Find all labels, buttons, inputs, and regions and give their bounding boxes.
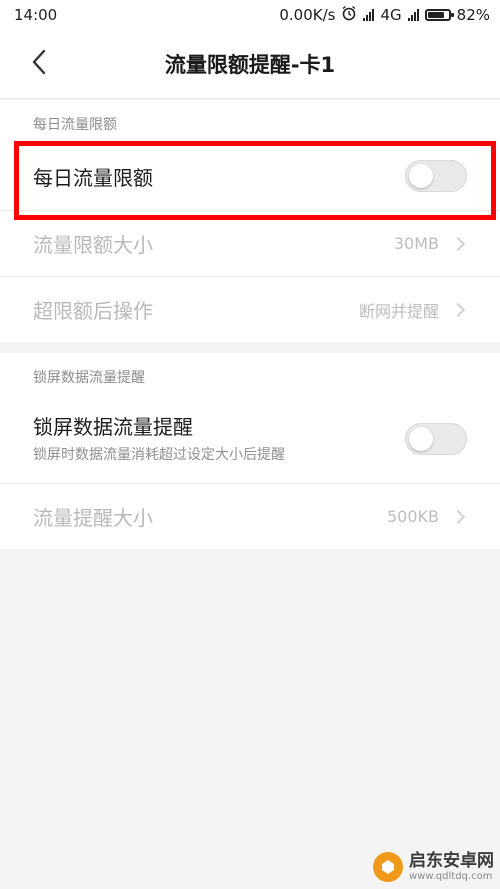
chevron-left-icon bbox=[31, 49, 47, 79]
signal-icon-2 bbox=[407, 9, 419, 21]
limit-size-value: 30MB bbox=[393, 234, 439, 253]
alert-size-label: 流量提醒大小 bbox=[33, 506, 153, 530]
watermark-logo-icon bbox=[373, 852, 403, 882]
battery-fill bbox=[427, 12, 445, 18]
limit-size-label: 流量限额大小 bbox=[33, 233, 153, 257]
net-speed: 0.00K/s bbox=[279, 6, 336, 24]
status-bar: 14:00 0.00K/s 4G 82% bbox=[0, 0, 500, 30]
lockscreen-alert-toggle-row[interactable]: 锁屏数据流量提醒 锁屏时数据流量消耗超过设定大小后提醒 bbox=[0, 395, 500, 483]
network-type: 4G bbox=[380, 6, 402, 24]
chevron-right-icon bbox=[450, 302, 466, 317]
lockscreen-alert-title: 锁屏数据流量提醒 bbox=[33, 415, 193, 439]
over-limit-action-value: 断网并提醒 bbox=[358, 301, 439, 321]
highlight-box bbox=[14, 141, 496, 220]
status-icons: 0.00K/s 4G 82% bbox=[279, 5, 490, 25]
battery-percent: 82% bbox=[456, 6, 490, 24]
over-limit-action-row[interactable]: 超限额后操作 断网并提醒 bbox=[0, 276, 500, 342]
signal-icon bbox=[363, 9, 375, 21]
screen: 14:00 0.00K/s 4G 82% 流量限额提醒-卡1 每日流量限额 每日… bbox=[0, 0, 500, 889]
watermark-sub: www.qdltdq.com bbox=[409, 871, 493, 882]
back-button[interactable] bbox=[24, 48, 54, 80]
lockscreen-alert-toggle[interactable] bbox=[405, 423, 467, 455]
lockscreen-alert-text: 锁屏数据流量提醒 锁屏时数据流量消耗超过设定大小后提醒 bbox=[33, 414, 405, 464]
alert-size-value: 500KB bbox=[386, 507, 439, 526]
watermark-text: 启东安卓网 www.qdltdq.com bbox=[409, 851, 494, 883]
battery-icon bbox=[424, 9, 454, 21]
toggle-knob bbox=[409, 427, 433, 451]
chevron-right-icon bbox=[450, 236, 466, 251]
alert-size-row[interactable]: 流量提醒大小 500KB bbox=[0, 483, 500, 549]
watermark: 启东安卓网 www.qdltdq.com bbox=[373, 851, 494, 883]
alarm-icon bbox=[341, 5, 357, 25]
section-header-daily: 每日流量限额 bbox=[0, 100, 500, 142]
chevron-right-icon bbox=[450, 509, 466, 524]
lockscreen-alert-subtitle: 锁屏时数据流量消耗超过设定大小后提醒 bbox=[33, 447, 285, 463]
over-limit-action-label: 超限额后操作 bbox=[33, 299, 153, 323]
page-title: 流量限额提醒-卡1 bbox=[164, 53, 336, 77]
status-time: 14:00 bbox=[14, 6, 58, 24]
section-divider bbox=[0, 342, 500, 353]
watermark-main: 启东安卓网 bbox=[409, 851, 494, 871]
header-bar: 流量限额提醒-卡1 bbox=[0, 30, 500, 99]
section-header-lockscreen: 锁屏数据流量提醒 bbox=[0, 353, 500, 395]
